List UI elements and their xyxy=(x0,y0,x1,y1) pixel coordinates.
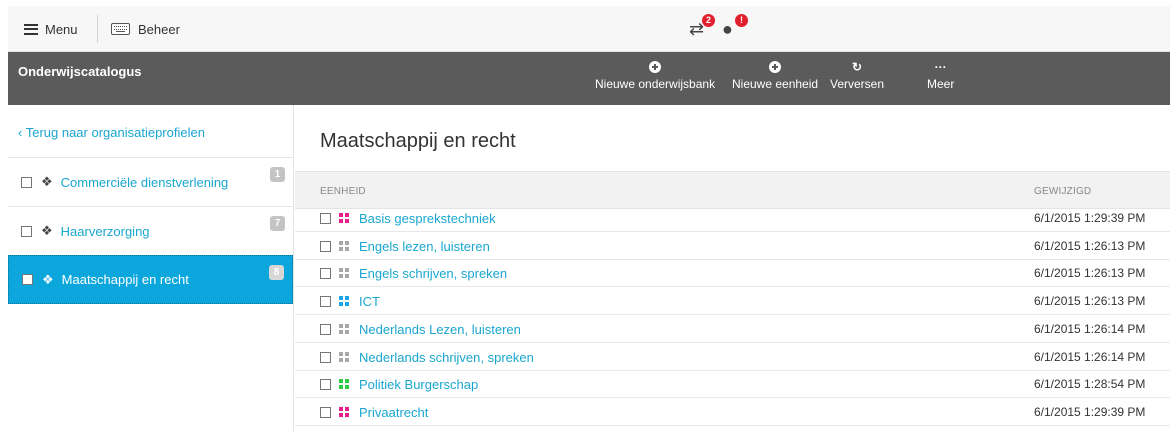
transfer-notification[interactable]: ⇄ 2 xyxy=(689,14,715,42)
modified-date: 6/1/2015 1:29:39 PM xyxy=(1034,404,1146,419)
row-checkbox[interactable] xyxy=(320,296,331,308)
page-title: Maatschappij en recht xyxy=(320,130,516,152)
action-label: Verversen xyxy=(830,77,885,91)
beheer-button[interactable]: Beheer xyxy=(111,6,180,52)
table-row[interactable]: Nederlands Lezen, luisteren 6/1/2015 1:26… xyxy=(295,316,1170,343)
toolbar: Onderwijscatalogus Nieuwe onderwijsbank … xyxy=(8,52,1170,105)
top-bar: Menu Beheer ⇄ 2 ● ! xyxy=(8,6,1170,52)
count-badge: 1 xyxy=(270,167,285,182)
notification-badge: ! xyxy=(735,14,748,27)
table-row[interactable]: Engels lezen, luisteren 6/1/2015 1:26:13 … xyxy=(295,233,1170,260)
toolbar-title: Onderwijscatalogus xyxy=(18,64,142,79)
modified-date: 6/1/2015 1:26:13 PM xyxy=(1034,238,1146,253)
sidebar-item-label: Maatschappij en recht xyxy=(61,272,189,287)
diamond-icon: ❖ xyxy=(41,223,53,238)
menu-label: Menu xyxy=(45,21,78,37)
modified-date: 6/1/2015 1:28:54 PM xyxy=(1034,377,1146,392)
refresh-button[interactable]: ↻ Verversen xyxy=(830,61,884,91)
unit-tile-icon xyxy=(339,296,349,307)
globe-icon: ● xyxy=(722,19,733,39)
new-education-bank-button[interactable]: Nieuwe onderwijsbank xyxy=(595,61,715,91)
unit-name-link[interactable]: Privaatrecht xyxy=(359,405,428,420)
globe-notification[interactable]: ● ! xyxy=(722,14,748,42)
modified-date: 6/1/2015 1:26:13 PM xyxy=(1034,266,1146,281)
unit-tile-icon xyxy=(339,268,349,279)
sidebar-item-haarverzorging[interactable]: ❖ Haarverzorging 7 xyxy=(8,206,293,255)
row-checkbox[interactable] xyxy=(320,213,331,224)
table-row[interactable]: Privaatrecht 6/1/2015 1:29:39 PM xyxy=(295,399,1170,426)
menu-button[interactable]: Menu xyxy=(8,6,92,52)
unit-name-link[interactable]: Engels schrijven, spreken xyxy=(359,266,507,281)
checkbox[interactable] xyxy=(21,225,32,237)
unit-name-link[interactable]: Basis gesprekstechniek xyxy=(359,211,496,226)
column-header-eenheid[interactable]: EENHEID xyxy=(320,186,366,197)
new-unit-button[interactable]: Nieuwe eenheid xyxy=(732,61,818,91)
count-badge: 7 xyxy=(270,216,285,231)
unit-name-link[interactable]: Engels lezen, luisteren xyxy=(359,239,490,254)
sidebar: ‹ Terug naar organisatieprofielen ❖ Comm… xyxy=(8,105,294,432)
unit-tile-icon xyxy=(339,351,349,362)
unit-name-link[interactable]: Politiek Burgerschap xyxy=(359,377,478,392)
unit-name-link[interactable]: Nederlands schrijven, spreken xyxy=(359,350,534,365)
table-row[interactable]: Nederlands schrijven, spreken 6/1/2015 1:… xyxy=(295,344,1170,371)
checkbox[interactable] xyxy=(22,274,33,285)
row-checkbox[interactable] xyxy=(320,323,331,335)
action-label: Nieuwe eenheid xyxy=(732,77,819,91)
action-label: Nieuwe onderwijsbank xyxy=(595,77,716,91)
beheer-label: Beheer xyxy=(138,21,180,37)
modified-date: 6/1/2015 1:29:39 PM xyxy=(1034,211,1146,225)
table-row[interactable]: ICT 6/1/2015 1:26:13 PM xyxy=(295,288,1170,316)
table-row[interactable]: Basis gesprekstechniek 6/1/2015 1:29:39 P… xyxy=(295,205,1170,232)
main-content: Maatschappij en recht EENHEID GEWIJZIGD … xyxy=(295,105,1170,432)
sidebar-item-commerciele-dienstverlening[interactable]: ❖ Commerciële dienstverlening 1 xyxy=(8,157,293,206)
action-label: Meer xyxy=(927,77,955,91)
keyboard-icon xyxy=(111,23,130,35)
unit-tile-icon xyxy=(339,406,349,417)
unit-name-link[interactable]: Nederlands Lezen, luisteren xyxy=(359,322,521,337)
more-button[interactable]: ··· Meer xyxy=(927,61,954,91)
modified-date: 6/1/2015 1:26:13 PM xyxy=(1034,294,1146,309)
column-header-gewijzigd[interactable]: GEWIJZIGD xyxy=(1034,186,1091,197)
row-checkbox[interactable] xyxy=(320,406,331,418)
notification-badge: 2 xyxy=(702,14,715,27)
diamond-icon: ❖ xyxy=(41,174,53,189)
unit-tile-icon xyxy=(339,323,349,334)
modified-date: 6/1/2015 1:26:14 PM xyxy=(1034,321,1146,336)
back-link[interactable]: ‹ Terug naar organisatieprofielen xyxy=(18,125,205,140)
unit-tile-icon xyxy=(339,379,349,390)
checkbox[interactable] xyxy=(21,176,32,188)
back-label: Terug naar organisatieprofielen xyxy=(25,125,205,140)
row-checkbox[interactable] xyxy=(320,351,331,363)
refresh-icon: ↻ xyxy=(851,60,863,74)
hamburger-icon xyxy=(24,23,38,35)
table-header: EENHEID GEWIJZIGD xyxy=(295,171,1170,209)
row-checkbox[interactable] xyxy=(320,240,331,252)
sidebar-item-maatschappij-en-recht[interactable]: ❖ Maatschappij en recht 8 xyxy=(8,255,293,304)
chevron-left-icon: ‹ xyxy=(18,125,26,140)
row-checkbox[interactable] xyxy=(320,379,331,391)
table-row[interactable]: Politiek Burgerschap 6/1/2015 1:28:54 PM xyxy=(295,371,1170,399)
row-checkbox[interactable] xyxy=(320,268,331,280)
unit-tile-icon xyxy=(339,213,349,223)
modified-date: 6/1/2015 1:26:14 PM xyxy=(1034,349,1146,364)
sidebar-item-label: Haarverzorging xyxy=(60,223,150,239)
unit-tile-icon xyxy=(339,240,349,251)
sidebar-item-label: Commerciële dienstverlening xyxy=(60,174,229,190)
plus-circle-icon xyxy=(649,61,662,73)
plus-circle-icon xyxy=(769,61,782,73)
diamond-icon: ❖ xyxy=(42,271,54,287)
table-row[interactable]: Engels schrijven, spreken 6/1/2015 1:26:1… xyxy=(295,260,1170,288)
ellipsis-icon: ··· xyxy=(934,60,947,74)
unit-name-link[interactable]: ICT xyxy=(359,294,380,309)
count-badge: 8 xyxy=(269,265,284,280)
divider xyxy=(97,15,98,43)
